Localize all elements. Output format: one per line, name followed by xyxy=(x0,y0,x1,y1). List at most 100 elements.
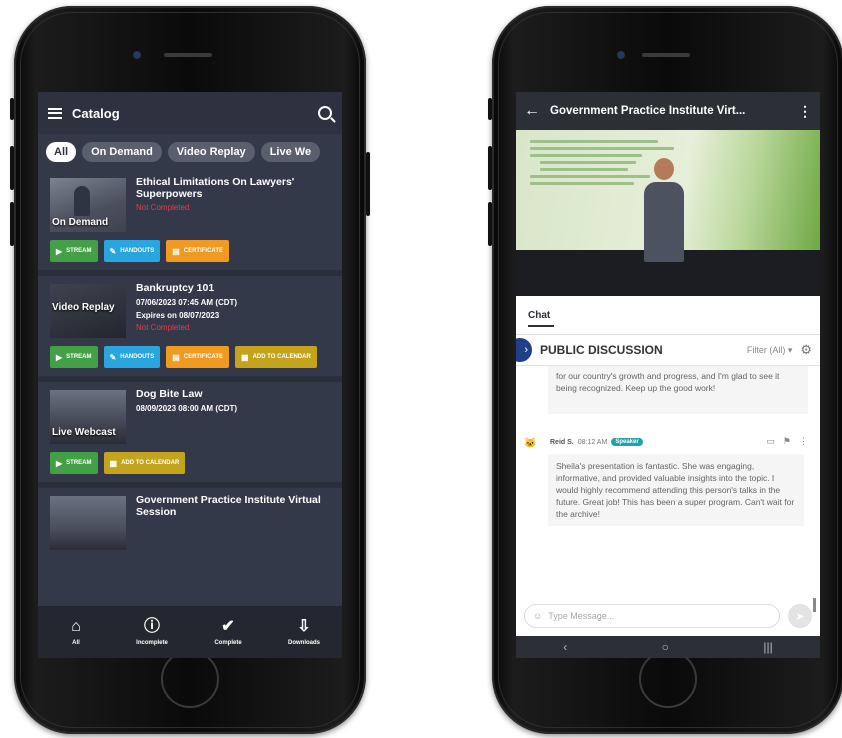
completion-status: Not Completed xyxy=(136,203,190,212)
send-button[interactable]: ➤ xyxy=(788,604,812,628)
nav-label: Complete xyxy=(214,640,242,646)
nav-complete[interactable]: ✔ Complete xyxy=(198,618,258,646)
course-title: Ethical Limitations On Lawyers' Superpow… xyxy=(136,176,295,200)
filter-dropdown[interactable]: Filter (All) ▾ xyxy=(747,345,793,356)
course-expiry: Expires on 08/07/2023 xyxy=(136,311,220,320)
nav-incomplete[interactable]: ⓘ Incomplete xyxy=(122,618,182,646)
discussion-header: › PUBLIC DISCUSSION Filter (All) ▾ ⚙ xyxy=(516,334,820,366)
certificate-button[interactable]: ▤ CERTIFICATE xyxy=(166,346,229,368)
power-button xyxy=(366,152,370,216)
phone-frame-left: Catalog All On Demand Video Replay Live … xyxy=(10,6,370,734)
bottom-navigation: ⌂ All ⓘ Incomplete ✔ Complete ⇩ Downloads xyxy=(38,606,342,658)
webinar-screen: ← Government Practice Institute Virt... … xyxy=(516,92,820,658)
calendar-icon: ▦ xyxy=(109,458,118,468)
stream-button[interactable]: ▶ STREAM xyxy=(50,346,98,368)
nav-all[interactable]: ⌂ All xyxy=(46,618,106,646)
certificate-icon: ▤ xyxy=(172,246,180,256)
filter-chips: All On Demand Video Replay Live We xyxy=(38,134,342,170)
certificate-icon: ▤ xyxy=(172,352,180,362)
home-button[interactable] xyxy=(639,650,697,708)
edit-icon: ✎ xyxy=(109,246,117,256)
author-name: Reid S. xyxy=(550,438,574,446)
course-card[interactable]: Video Replay Bankruptcy 101 07/06/2023 0… xyxy=(38,276,342,382)
stream-button[interactable]: ▶ STREAM xyxy=(50,452,98,474)
video-player[interactable] xyxy=(516,130,820,296)
volume-down-button xyxy=(10,202,14,246)
catalog-app-bar: Catalog xyxy=(38,92,342,134)
chat-message: for our country's growth and progress, a… xyxy=(548,366,808,414)
add-to-calendar-label: ADD TO CALENDAR xyxy=(121,460,180,466)
add-to-calendar-label: ADD TO CALENDAR xyxy=(252,354,311,360)
course-card[interactable]: Live Webcast Dog Bite Law 08/09/2023 08:… xyxy=(38,382,342,488)
handouts-label: HANDOUTS xyxy=(120,248,155,254)
message-input[interactable]: ☺ Type Message... xyxy=(524,604,780,628)
bookmark-icon[interactable]: ⚑ xyxy=(783,436,791,447)
chevron-right-icon[interactable]: › xyxy=(516,338,532,362)
mute-switch xyxy=(488,98,492,120)
course-thumbnail xyxy=(50,496,126,550)
tab-chat[interactable]: Chat xyxy=(516,296,820,334)
back-icon[interactable]: ‹ xyxy=(563,640,567,654)
stream-label: STREAM xyxy=(66,354,92,360)
tab-underline xyxy=(528,325,554,327)
course-card[interactable]: On Demand Ethical Limitations On Lawyers… xyxy=(38,170,342,276)
send-icon: ➤ xyxy=(795,610,805,623)
download-icon: ⇩ xyxy=(297,618,311,635)
avatar: 🐱 xyxy=(524,438,537,449)
page-title: Catalog xyxy=(72,105,120,121)
add-to-calendar-button[interactable]: ▦ ADD TO CALENDAR xyxy=(235,346,317,368)
presenter-figure xyxy=(644,158,684,268)
home-icon: ⌂ xyxy=(71,618,81,635)
stream-button[interactable]: ▶ STREAM xyxy=(50,240,98,262)
chip-all[interactable]: All xyxy=(46,142,77,162)
course-date: 08/09/2023 08:00 AM (CDT) xyxy=(136,404,238,413)
kebab-icon[interactable]: ⋮ xyxy=(798,103,812,120)
edit-icon: ✎ xyxy=(109,352,117,362)
volume-up-button xyxy=(488,146,492,190)
chip-live-webcast[interactable]: Live We xyxy=(260,142,321,162)
gear-icon[interactable]: ⚙ xyxy=(800,342,812,358)
volume-down-button xyxy=(488,202,492,246)
message-actions: ▭ ⚑ ⋮ xyxy=(766,436,808,447)
course-date: 07/06/2023 07:45 AM (CDT) xyxy=(136,298,238,307)
earpiece-speaker xyxy=(642,53,690,57)
kebab-icon[interactable]: ⋮ xyxy=(799,436,808,447)
recents-icon[interactable]: ||| xyxy=(763,640,772,654)
back-arrow-icon[interactable]: ← xyxy=(524,102,540,120)
emoji-icon[interactable]: ☺ xyxy=(533,611,542,621)
course-thumbnail: Live Webcast xyxy=(50,390,126,444)
chip-on-demand[interactable]: On Demand xyxy=(82,142,162,162)
phone-frame-right: ← Government Practice Institute Virt... … xyxy=(488,6,842,734)
course-card[interactable]: Government Practice Institute Virtual Se… xyxy=(38,488,342,560)
front-camera xyxy=(618,52,624,58)
handouts-button[interactable]: ✎ HANDOUTS xyxy=(103,240,161,262)
catalog-screen: Catalog All On Demand Video Replay Live … xyxy=(38,92,342,658)
certificate-label: CERTIFICATE xyxy=(183,354,223,360)
certificate-label: CERTIFICATE xyxy=(183,248,223,254)
calendar-icon: ▦ xyxy=(241,352,249,362)
stream-label: STREAM xyxy=(66,248,92,254)
stream-label: STREAM xyxy=(66,460,92,466)
nav-downloads[interactable]: ⇩ Downloads xyxy=(274,618,334,646)
chip-video-replay[interactable]: Video Replay xyxy=(167,142,255,162)
hamburger-icon[interactable] xyxy=(48,107,62,119)
volume-up-button xyxy=(10,146,14,190)
speaker-badge: Speaker xyxy=(611,438,643,446)
thumbnail-label: Video Replay xyxy=(52,302,115,313)
handouts-label: HANDOUTS xyxy=(120,354,155,360)
home-button[interactable] xyxy=(161,650,219,708)
handouts-button[interactable]: ✎ HANDOUTS xyxy=(103,346,161,368)
completion-status: Not Completed xyxy=(136,323,190,332)
message-composer: ☺ Type Message... ➤ xyxy=(516,596,820,636)
discussion-title: PUBLIC DISCUSSION xyxy=(540,343,663,357)
add-to-calendar-button[interactable]: ▦ ADD TO CALENDAR xyxy=(103,452,186,474)
certificate-button[interactable]: ▤ CERTIFICATE xyxy=(166,240,229,262)
translate-icon[interactable]: ▭ xyxy=(766,436,775,447)
message-body: Sheila's presentation is fantastic. She … xyxy=(548,454,804,526)
course-thumbnail: Video Replay xyxy=(50,284,126,338)
play-icon: ▶ xyxy=(56,352,63,362)
webinar-app-bar: ← Government Practice Institute Virt... … xyxy=(516,92,820,130)
home-circle-icon[interactable]: ○ xyxy=(662,640,669,654)
search-icon[interactable] xyxy=(318,106,332,120)
mute-switch xyxy=(10,98,14,120)
